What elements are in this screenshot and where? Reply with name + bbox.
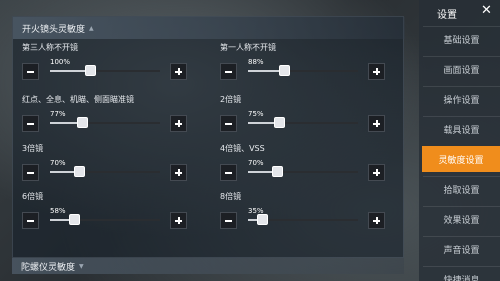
sensitivity-setting: 6倍镜 58% <box>22 191 192 235</box>
increase-button[interactable] <box>170 212 187 229</box>
setting-label: 6倍镜 <box>22 192 44 201</box>
sidebar-item[interactable]: 拾取设置 <box>423 176 500 202</box>
increase-button[interactable] <box>368 115 385 132</box>
sidebar-title: 设置 <box>437 10 457 21</box>
slider-track[interactable] <box>248 166 358 177</box>
setting-label: 4倍镜、VSS <box>220 144 265 153</box>
setting-label: 第一人称不开镜 <box>220 43 276 52</box>
setting-label: 8倍镜 <box>220 192 242 201</box>
increase-button[interactable] <box>368 212 385 229</box>
section-header-fire-camera[interactable]: 开火镜头灵敏度 ▲ <box>13 17 405 39</box>
setting-label: 3倍镜 <box>22 144 44 153</box>
slider-thumb[interactable] <box>69 214 81 225</box>
slider-fill <box>50 70 90 72</box>
increase-button[interactable] <box>170 63 187 80</box>
decrease-button[interactable] <box>220 164 237 181</box>
sensitivity-setting: 第一人称不开镜 88% <box>220 42 390 86</box>
slider-track[interactable] <box>248 117 358 128</box>
settings-sidebar: 设置 ✕ 基础设置画面设置操作设置载具设置灵敏度设置拾取设置效果设置声音设置快捷… <box>419 0 500 281</box>
sidebar-item[interactable]: 效果设置 <box>423 206 500 232</box>
setting-value: 88% <box>248 58 264 66</box>
sensitivity-setting: 第三人称不开镜 100% <box>22 42 192 86</box>
sidebar-item[interactable]: 画面设置 <box>423 56 500 82</box>
setting-value: 77% <box>50 110 66 118</box>
caret-down-icon: ▼ <box>79 262 84 270</box>
close-icon[interactable]: ✕ <box>481 4 492 17</box>
sidebar-item[interactable]: 操作设置 <box>423 86 500 112</box>
gyro-section-title: 陀螺仪灵敏度 <box>21 262 76 273</box>
sensitivity-setting: 4倍镜、VSS 70% <box>220 143 390 187</box>
sensitivity-setting: 2倍镜 75% <box>220 94 390 138</box>
slider-track[interactable] <box>50 214 160 225</box>
sidebar-item[interactable]: 灵敏度设置 <box>422 146 500 172</box>
slider-thumb[interactable] <box>271 166 283 177</box>
decrease-button[interactable] <box>220 212 237 229</box>
setting-label: 2倍镜 <box>220 95 242 104</box>
increase-button[interactable] <box>368 164 385 181</box>
slider-thumb[interactable] <box>76 117 88 128</box>
slider-track[interactable] <box>50 166 160 177</box>
slider-track[interactable] <box>50 65 160 76</box>
sidebar-item[interactable]: 声音设置 <box>423 236 500 262</box>
decrease-button[interactable] <box>22 212 39 229</box>
increase-button[interactable] <box>368 63 385 80</box>
setting-label: 第三人称不开镜 <box>22 43 78 52</box>
sidebar-item[interactable]: 快捷消息 <box>423 266 500 281</box>
slider-track[interactable] <box>50 117 160 128</box>
section-title: 开火镜头灵敏度 <box>22 24 86 35</box>
slider-track[interactable] <box>248 65 358 76</box>
slider-thumb[interactable] <box>257 214 269 225</box>
decrease-button[interactable] <box>220 115 237 132</box>
setting-label: 红点、全息、机瞄、侧面瞄准镜 <box>22 95 134 104</box>
increase-button[interactable] <box>170 164 187 181</box>
decrease-button[interactable] <box>22 63 39 80</box>
setting-value: 70% <box>50 159 66 167</box>
slider-thumb[interactable] <box>73 166 85 177</box>
setting-value: 70% <box>248 159 264 167</box>
section-header-gyro[interactable]: 陀螺仪灵敏度 ▼ <box>12 258 404 274</box>
sensitivity-setting: 3倍镜 70% <box>22 143 192 187</box>
setting-value: 58% <box>50 207 66 215</box>
slider-thumb[interactable] <box>84 65 96 76</box>
setting-value: 100% <box>50 58 71 66</box>
sensitivity-setting: 8倍镜 35% <box>220 191 390 235</box>
caret-up-icon: ▲ <box>89 24 94 32</box>
decrease-button[interactable] <box>22 164 39 181</box>
sidebar-item[interactable]: 基础设置 <box>423 26 500 52</box>
slider-thumb[interactable] <box>279 65 291 76</box>
sidebar-header: 设置 ✕ <box>419 0 500 26</box>
slider-thumb[interactable] <box>273 117 285 128</box>
decrease-button[interactable] <box>220 63 237 80</box>
slider-track[interactable] <box>248 214 358 225</box>
sensitivity-setting: 红点、全息、机瞄、侧面瞄准镜 77% <box>22 94 192 138</box>
setting-value: 75% <box>248 110 264 118</box>
increase-button[interactable] <box>170 115 187 132</box>
sidebar-item[interactable]: 载具设置 <box>423 116 500 142</box>
decrease-button[interactable] <box>22 115 39 132</box>
